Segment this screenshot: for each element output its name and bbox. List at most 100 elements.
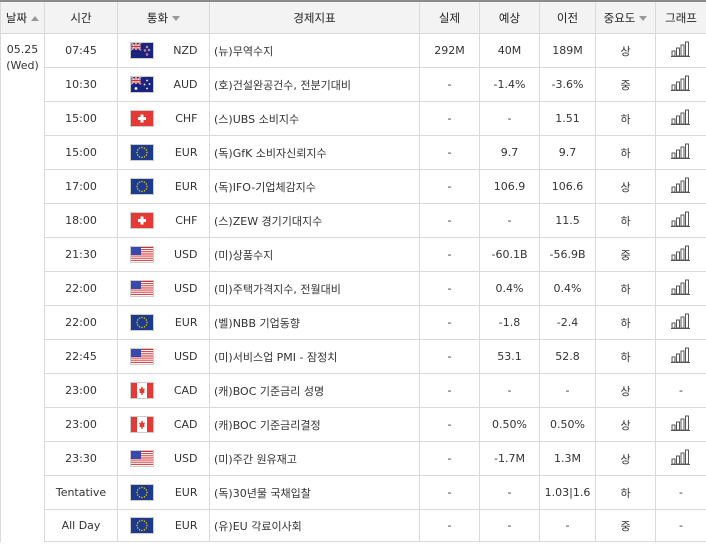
bar-chart-icon[interactable]	[671, 312, 691, 333]
forecast-cell: 9.7	[479, 135, 540, 170]
event-link[interactable]: (호)건설완공건수, 전분기대비	[214, 79, 351, 92]
bar-chart-icon[interactable]	[671, 448, 691, 469]
bar-chart-icon[interactable]	[671, 414, 691, 435]
table-row: 15:00 EUR (독)GfK 소비자신뢰지수 - 9.7 9.7 하	[1, 135, 706, 170]
col-importance-header[interactable]: 중요도	[595, 0, 656, 34]
event-cell[interactable]: (미)서비스업 PMI - 잠정치	[209, 339, 420, 374]
event-cell[interactable]: (호)건설완공건수, 전분기대비	[209, 67, 420, 102]
bar-chart-icon[interactable]	[671, 176, 691, 197]
currency-cell: NZD	[117, 33, 210, 68]
actual-cell: 292M	[419, 33, 480, 68]
table-row: All Day EUR (유)EU 각료이사회 - - - 중 -	[1, 509, 706, 542]
graph-cell[interactable]	[655, 237, 706, 272]
forecast-cell: -	[479, 101, 540, 136]
importance-cell: 하	[595, 475, 656, 510]
time-cell: 23:00	[44, 373, 118, 408]
event-cell[interactable]: (독)IFO-기업체감지수	[209, 169, 420, 204]
graph-cell[interactable]	[655, 407, 706, 442]
event-cell[interactable]: (유)EU 각료이사회	[209, 509, 420, 542]
bar-chart-icon[interactable]	[671, 108, 691, 129]
header-row: 날짜 시간 통화 경제지표 실제 예상 이전 중요도 그래프	[0, 0, 706, 34]
actual-cell: -	[419, 203, 480, 238]
graph-cell[interactable]	[655, 441, 706, 476]
bar-chart-icon[interactable]	[671, 40, 691, 61]
time-cell: Tentative	[44, 475, 118, 510]
event-link[interactable]: (독)IFO-기업체감지수	[214, 181, 316, 194]
actual-cell: -	[419, 67, 480, 102]
actual-cell: -	[419, 237, 480, 272]
event-link[interactable]: (독)30년물 국채입찰	[214, 487, 311, 500]
event-cell[interactable]: (스)ZEW 경기기대지수	[209, 203, 420, 238]
graph-cell[interactable]	[655, 135, 706, 170]
event-cell[interactable]: (캐)BOC 기준금리 성명	[209, 373, 420, 408]
event-cell[interactable]: (미)상품수지	[209, 237, 420, 272]
actual-cell: -	[419, 407, 480, 442]
bar-chart-icon[interactable]	[671, 142, 691, 163]
time-cell: All Day	[44, 509, 118, 542]
col-currency-header[interactable]: 통화	[117, 0, 210, 34]
event-cell[interactable]: (미)주간 원유재고	[209, 441, 420, 476]
importance-cell: 상	[595, 373, 656, 408]
event-cell[interactable]: (독)30년물 국채입찰	[209, 475, 420, 510]
previous-cell: 52.8	[539, 339, 596, 374]
event-link[interactable]: (유)EU 각료이사회	[214, 520, 302, 533]
table-row: 23:30 USD (미)주간 원유재고 - -1.7M 1.3M 상	[1, 441, 706, 476]
bar-chart-icon[interactable]	[671, 278, 691, 299]
graph-cell[interactable]	[655, 101, 706, 136]
event-cell[interactable]: (벨)NBB 기업동향	[209, 305, 420, 340]
event-link[interactable]: (미)주택가격지수, 전월대비	[214, 283, 341, 296]
event-link[interactable]: (미)서비스업 PMI - 잠정치	[214, 351, 337, 364]
event-cell[interactable]: (미)주택가격지수, 전월대비	[209, 271, 420, 306]
date-weekday: (Wed)	[6, 59, 39, 72]
col-previous-header: 이전	[539, 0, 596, 34]
forecast-cell: -	[479, 373, 540, 408]
graph-cell[interactable]	[655, 67, 706, 102]
bar-chart-icon[interactable]	[671, 210, 691, 231]
event-cell[interactable]: (스)UBS 소비지수	[209, 101, 420, 136]
graph-cell[interactable]	[655, 203, 706, 238]
col-actual-header: 실제	[419, 0, 480, 34]
forecast-cell: 40M	[479, 33, 540, 68]
nz-flag-icon	[129, 42, 154, 59]
col-forecast-header: 예상	[479, 0, 540, 34]
bar-chart-icon[interactable]	[671, 74, 691, 95]
event-link[interactable]: (캐)BOC 기준금리결정	[214, 419, 321, 432]
economic-calendar-table: 날짜 시간 통화 경제지표 실제 예상 이전 중요도 그래프 05.25 (We…	[0, 0, 706, 542]
graph-cell[interactable]	[655, 33, 706, 68]
table-row: 15:00 CHF (스)UBS 소비지수 - - 1.51 하	[1, 101, 706, 136]
event-link[interactable]: (스)UBS 소비지수	[214, 113, 299, 126]
importance-cell: 중	[595, 509, 656, 542]
time-cell: 22:00	[44, 305, 118, 340]
importance-cell: 하	[595, 339, 656, 374]
table-row: 18:00 CHF (스)ZEW 경기기대지수 - - 11.5 하	[1, 203, 706, 238]
event-link[interactable]: (캐)BOC 기준금리 성명	[214, 385, 324, 398]
graph-cell: -	[655, 509, 706, 542]
event-cell[interactable]: (뉴)무역수지	[209, 33, 420, 68]
graph-cell[interactable]	[655, 169, 706, 204]
currency-cell: USD	[117, 237, 210, 272]
eu-flag-icon	[129, 178, 154, 195]
actual-cell: -	[419, 339, 480, 374]
previous-cell: 9.7	[539, 135, 596, 170]
event-cell[interactable]: (독)GfK 소비자신뢰지수	[209, 135, 420, 170]
event-link[interactable]: (미)주간 원유재고	[214, 453, 297, 466]
col-date-header[interactable]: 날짜	[0, 0, 45, 34]
graph-cell[interactable]	[655, 271, 706, 306]
event-link[interactable]: (벨)NBB 기업동향	[214, 317, 300, 330]
actual-cell: -	[419, 509, 480, 542]
event-link[interactable]: (스)ZEW 경기기대지수	[214, 215, 322, 228]
graph-cell[interactable]	[655, 339, 706, 374]
bar-chart-icon[interactable]	[671, 346, 691, 367]
actual-cell: -	[419, 101, 480, 136]
currency-cell: EUR	[117, 475, 210, 510]
bar-chart-icon[interactable]	[671, 244, 691, 265]
actual-cell: -	[419, 441, 480, 476]
currency-cell: USD	[117, 441, 210, 476]
event-link[interactable]: (독)GfK 소비자신뢰지수	[214, 147, 327, 160]
event-cell[interactable]: (캐)BOC 기준금리결정	[209, 407, 420, 442]
event-link[interactable]: (뉴)무역수지	[214, 45, 273, 58]
graph-cell[interactable]	[655, 305, 706, 340]
previous-cell: 11.5	[539, 203, 596, 238]
actual-cell: -	[419, 475, 480, 510]
event-link[interactable]: (미)상품수지	[214, 249, 273, 262]
